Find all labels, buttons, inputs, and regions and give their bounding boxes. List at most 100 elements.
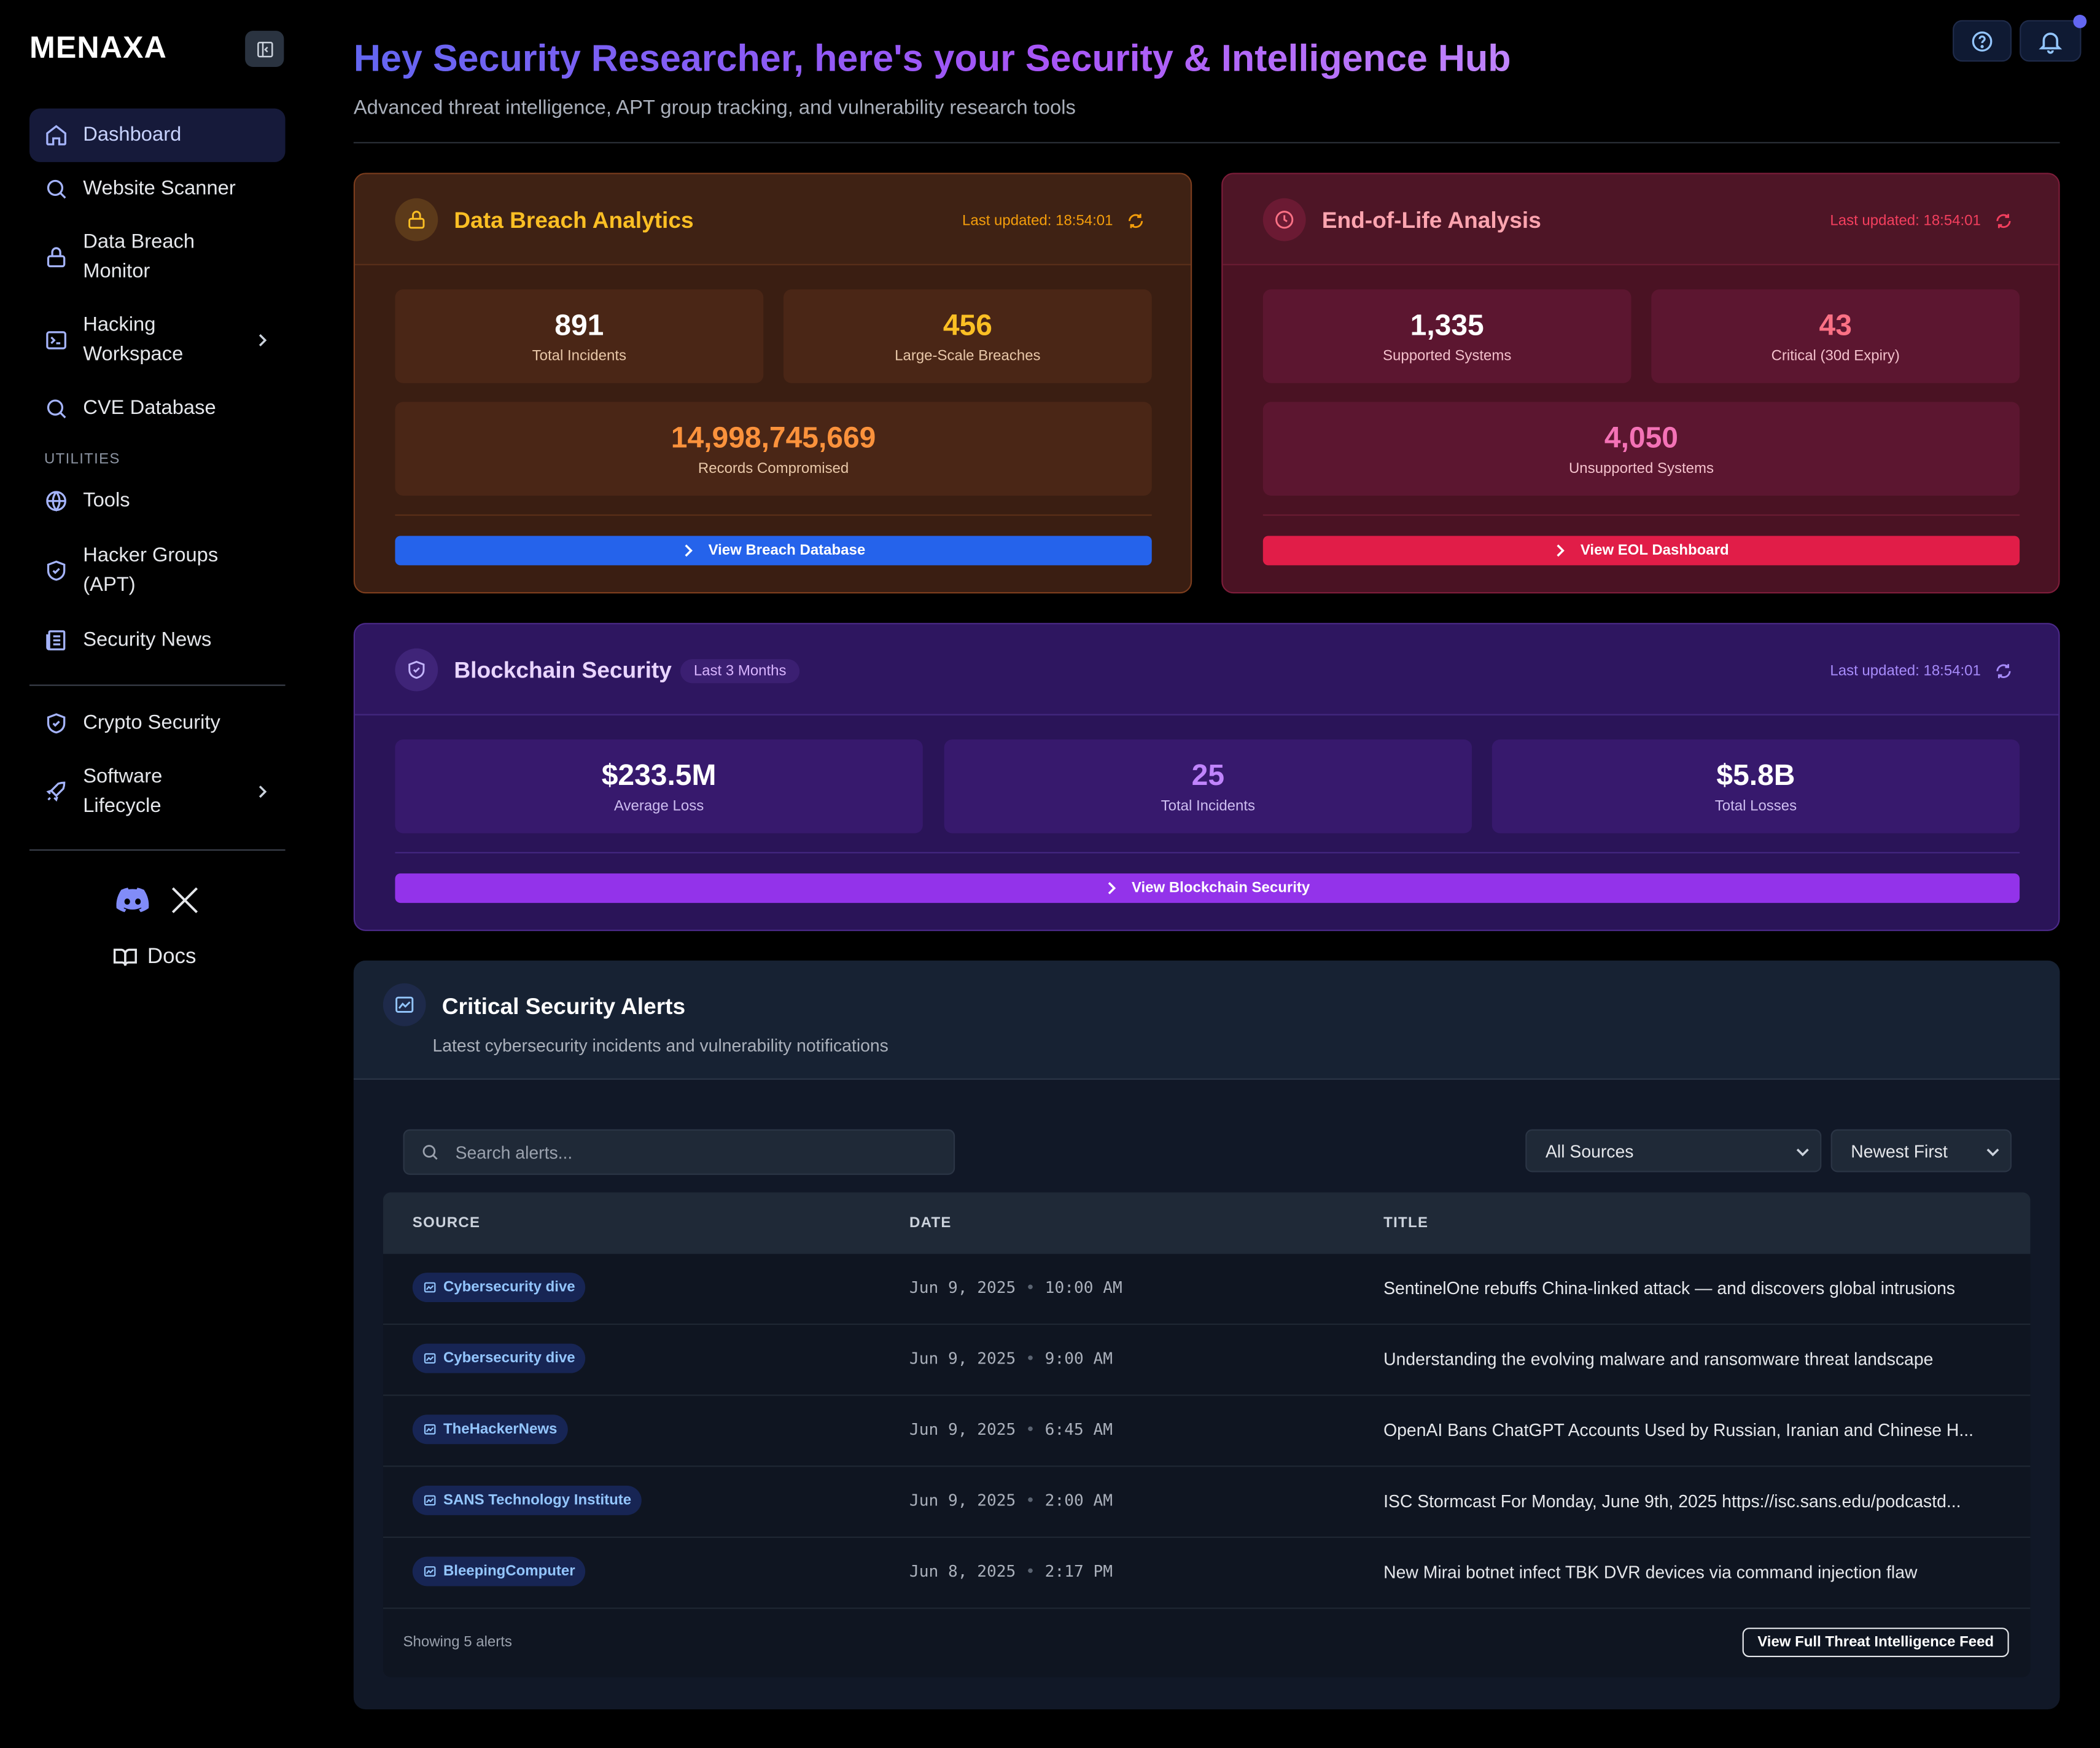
table-row[interactable]: Cybersecurity dive Jun 9, 2025 • 9:00 AM… [383, 1325, 2031, 1396]
alerts-search[interactable] [403, 1129, 955, 1175]
alert-title[interactable]: Understanding the evolving malware and r… [1383, 1349, 1933, 1369]
column-header-date: DATE [909, 1215, 952, 1231]
shield-icon [43, 710, 70, 737]
date-text: Jun 9, 2025 [909, 1349, 1016, 1368]
refresh-icon[interactable] [1994, 212, 2013, 231]
sidebar-item-crypto-security[interactable]: Crypto Security [29, 696, 286, 750]
source-badge[interactable]: BleepingComputer [412, 1556, 586, 1586]
period-badge: Last 3 Months [680, 659, 800, 684]
sidebar-item-dashboard[interactable]: Dashboard [29, 108, 286, 162]
shield-icon [395, 648, 438, 692]
source-badge[interactable]: TheHackerNews [412, 1414, 568, 1445]
lock-icon [395, 198, 438, 241]
button-label: View Breach Database [708, 542, 866, 559]
table-row[interactable]: Cybersecurity dive Jun 9, 2025 • 10:00 A… [383, 1254, 2031, 1325]
header-divider [353, 142, 2060, 144]
sidebar-item-website-scanner[interactable]: Website Scanner [29, 162, 286, 216]
sidebar-item-data-breach-monitor[interactable]: Data Breach Monitor [29, 216, 286, 298]
stat-value: 4,050 [1604, 420, 1679, 455]
stat-large-scale-breaches: 456 Large-Scale Breaches [783, 289, 1152, 383]
search-icon [422, 1145, 438, 1160]
sidebar-item-label: Dashboard [83, 123, 182, 146]
source-name: TheHackerNews [443, 1421, 558, 1438]
source-badge[interactable]: Cybersecurity dive [412, 1273, 586, 1303]
view-eol-dashboard-button[interactable]: View EOL Dashboard [1262, 536, 2020, 566]
stat-label: Records Compromised [698, 461, 849, 477]
stat-label: Large-Scale Breaches [895, 348, 1041, 365]
docs-link[interactable]: Docs [112, 945, 196, 970]
sidebar-item-label: Crypto Security [83, 711, 220, 735]
sidebar-item-label: Website Scanner [83, 176, 236, 200]
critical-alerts-panel: Critical Security Alerts Latest cybersec… [353, 960, 2060, 1710]
sidebar-item-cve-database[interactable]: CVE Database [29, 382, 286, 435]
stat-records-compromised: 14,998,745,669 Records Compromised [395, 402, 1152, 496]
source-name: Cybersecurity dive [443, 1279, 575, 1296]
search-input[interactable] [453, 1141, 914, 1164]
card-title: End-of-Life Analysis [1321, 208, 1541, 233]
sidebar-divider [29, 849, 286, 851]
refresh-icon[interactable] [1126, 212, 1145, 231]
utilities-heading: UTILITIES [44, 451, 120, 468]
source-badge[interactable]: SANS Technology Institute [412, 1485, 642, 1515]
date-text: Jun 8, 2025 [909, 1562, 1016, 1581]
time-text: 2:17 PM [1044, 1562, 1113, 1581]
column-header-title: TITLE [1383, 1215, 1429, 1231]
date-text: Jun 9, 2025 [909, 1419, 1016, 1439]
alert-title[interactable]: ISC Stormcast For Monday, June 9th, 2025… [1383, 1491, 1961, 1512]
sidebar-collapse-button[interactable] [245, 31, 284, 68]
table-row[interactable]: SANS Technology Institute Jun 9, 2025 • … [383, 1467, 2031, 1538]
stat-value: 25 [1191, 758, 1225, 792]
notifications-button[interactable] [2020, 14, 2087, 62]
alert-date: Jun 8, 2025 • 2:17 PM [909, 1562, 1113, 1581]
image-icon [424, 1353, 436, 1364]
stat-supported-systems: 1,335 Supported Systems [1262, 289, 1631, 383]
clock-icon [1262, 198, 1306, 241]
stat-label: Total Incidents [1161, 798, 1256, 815]
discord-icon[interactable] [115, 887, 150, 921]
rocket-icon [43, 778, 70, 805]
alerts-subtitle: Latest cybersecurity incidents and vulne… [432, 1036, 889, 1056]
docs-label: Docs [147, 945, 196, 968]
sidebar-item-tools[interactable]: Tools [29, 473, 286, 529]
time-text: 2:00 AM [1044, 1491, 1113, 1510]
alert-date: Jun 9, 2025 • 6:45 AM [909, 1419, 1113, 1439]
alert-title[interactable]: New Mirai botnet infect TBK DVR devices … [1383, 1562, 1917, 1582]
home-icon [43, 122, 70, 149]
stat-label: Total Losses [1714, 798, 1797, 815]
source-filter-select[interactable]: All Sources [1525, 1129, 1822, 1172]
sidebar-item-software-lifecycle[interactable]: Software Lifecycle [29, 750, 286, 833]
panel-left-icon [257, 41, 273, 57]
view-blockchain-security-button[interactable]: View Blockchain Security [395, 873, 2020, 903]
view-breach-database-button[interactable]: View Breach Database [395, 536, 1152, 566]
stat-label: Average Loss [613, 798, 704, 815]
sidebar-item-hacking-workspace[interactable]: Hacking Workspace [29, 298, 286, 381]
refresh-icon[interactable] [1994, 661, 2013, 681]
x-twitter-icon[interactable] [169, 884, 201, 923]
alert-title[interactable]: OpenAI Bans ChatGPT Accounts Used by Rus… [1383, 1420, 1974, 1440]
bell-icon [2039, 32, 2063, 53]
data-breach-card: Data Breach Analytics Last updated: 18:5… [353, 173, 1192, 594]
alert-title[interactable]: SentinelOne rebuffs China-linked attack … [1383, 1278, 1955, 1298]
table-row[interactable]: TheHackerNews Jun 9, 2025 • 6:45 AM Open… [383, 1396, 2031, 1467]
help-button[interactable] [1953, 20, 2012, 62]
image-icon [424, 1282, 436, 1293]
sort-order-select[interactable]: Newest First [1830, 1129, 2012, 1172]
date-text: Jun 9, 2025 [909, 1278, 1016, 1297]
book-open-icon [113, 948, 137, 966]
page-subtitle: Advanced threat intelligence, APT group … [353, 96, 1076, 120]
sidebar-item-hacker-groups[interactable]: Hacker Groups (APT) [29, 529, 286, 612]
sidebar-item-security-news[interactable]: Security News [29, 612, 286, 669]
globe-icon [43, 488, 70, 515]
table-row[interactable]: BleepingComputer Jun 8, 2025 • 2:17 PM N… [383, 1538, 2031, 1609]
button-label: View EOL Dashboard [1580, 542, 1729, 559]
last-updated: Last updated: 18:54:01 [1830, 213, 1981, 229]
newspaper-icon [43, 627, 70, 654]
card-header: Data Breach Analytics Last updated: 18:5… [354, 174, 1191, 265]
image-icon [424, 1424, 436, 1435]
stat-value: $5.8B [1716, 758, 1795, 792]
stat-value: $233.5M [601, 758, 717, 792]
view-full-feed-button[interactable]: View Full Threat Intelligence Feed [1742, 1628, 2009, 1658]
search-icon [43, 176, 70, 203]
column-header-source: SOURCE [412, 1215, 481, 1231]
source-badge[interactable]: Cybersecurity dive [412, 1343, 586, 1373]
